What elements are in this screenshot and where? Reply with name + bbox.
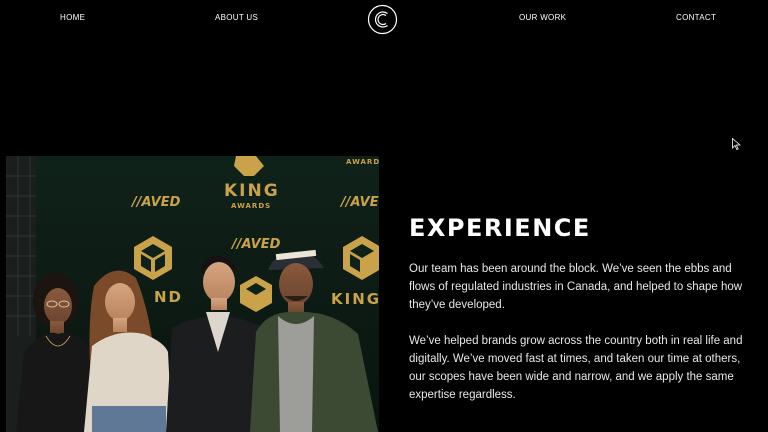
experience-paragraph-2: We’ve helped brands grow across the coun… [409, 335, 743, 401]
mouse-cursor-icon [732, 138, 741, 150]
backdrop-awards-text: AWARDS [231, 202, 271, 210]
backdrop-sponsor-3: //AVED [230, 237, 281, 252]
experience-section: EXPERIENCE Our team has been around the … [409, 212, 749, 422]
logo-icon[interactable] [367, 4, 398, 35]
team-photo-illustration: KING AWARDS AWARDS //AVED //AVED //AVED [6, 156, 379, 432]
nav-contact-link[interactable]: CONTACT [676, 13, 716, 22]
backdrop-king-right-text: KING [331, 290, 379, 308]
nav-about-link[interactable]: ABOUT US [215, 13, 258, 22]
page: HOME ABOUT US OUR WORK CONTACT KING AWAR… [0, 0, 768, 432]
nav-our-work-link[interactable]: OUR WORK [519, 13, 566, 22]
experience-paragraph-1: Our team has been around the block. We’v… [409, 263, 743, 311]
team-photo: KING AWARDS AWARDS //AVED //AVED //AVED [6, 156, 379, 432]
backdrop-king-text: KING [224, 181, 280, 201]
backdrop-sponsor-2: //AVED [339, 195, 379, 210]
experience-heading: EXPERIENCE [409, 214, 591, 242]
backdrop-awards-top-right: AWARDS [346, 158, 379, 166]
backdrop-nd-text: ND [154, 288, 183, 306]
backdrop-sponsor-1: //AVED [130, 195, 181, 210]
top-nav: HOME ABOUT US OUR WORK CONTACT [0, 0, 768, 36]
nav-home-link[interactable]: HOME [60, 13, 85, 22]
